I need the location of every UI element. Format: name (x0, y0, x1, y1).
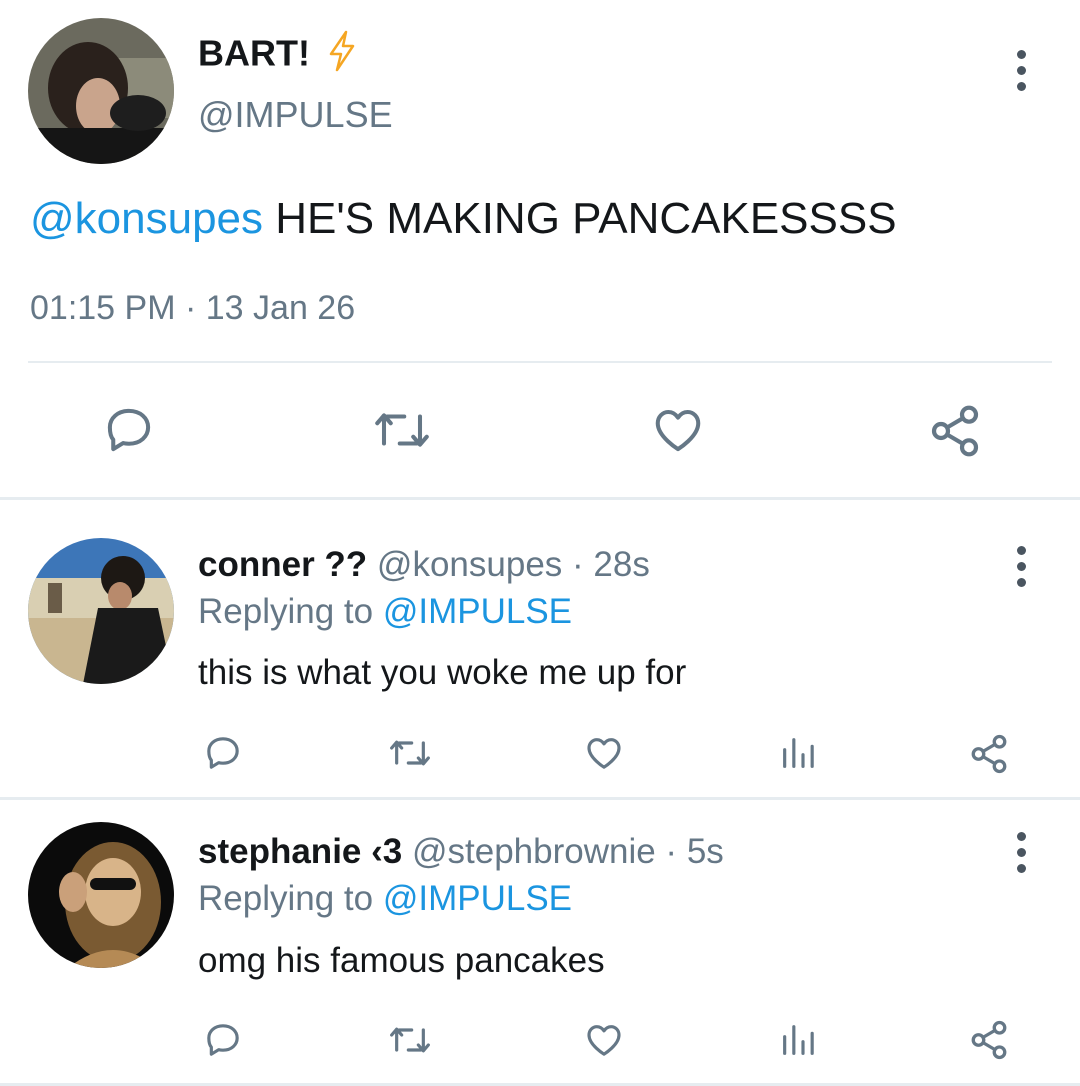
lightning-icon (326, 30, 358, 82)
more-icon[interactable] (1014, 832, 1028, 873)
tweet-text: @konsupes HE'S MAKING PANCAKESSSS (30, 193, 897, 245)
retweet-icon[interactable] (372, 403, 432, 457)
display-name[interactable]: BART! (198, 30, 358, 82)
retweet-icon[interactable] (387, 733, 433, 773)
mention-link[interactable]: @konsupes (30, 194, 263, 243)
header-separator: · (665, 832, 678, 871)
analytics-icon[interactable] (778, 733, 818, 773)
tweet-time: 01:15 PM (30, 289, 176, 327)
tweet-body: HE'S MAKING PANCAKESSSS (263, 194, 897, 243)
share-icon[interactable] (968, 1019, 1010, 1061)
tweet-timestamp: 01:15 PM · 13 Jan 26 (30, 287, 355, 329)
like-icon[interactable] (651, 403, 705, 457)
reply-icon[interactable] (203, 733, 243, 773)
avatar-image (28, 18, 174, 164)
reply-header: stephanie ‹3 @stephbrownie · 5s (198, 831, 724, 873)
divider (0, 797, 1080, 800)
user-handle[interactable]: @stephbrownie (412, 832, 656, 871)
avatar-image (28, 822, 174, 968)
replying-to-link[interactable]: @IMPULSE (383, 879, 572, 918)
replying-to-link[interactable]: @IMPULSE (383, 592, 572, 631)
avatar-image (28, 538, 174, 684)
tweet-text: this is what you woke me up for (198, 653, 687, 692)
timestamp-separator: · (184, 289, 197, 327)
divider (28, 361, 1052, 363)
display-name[interactable]: stephanie ‹3 (198, 832, 402, 871)
share-icon[interactable] (927, 403, 983, 459)
reply-header: conner ?? @konsupes · 28s (198, 544, 650, 586)
avatar[interactable] (28, 18, 174, 164)
tweet-age: 28s (593, 545, 650, 584)
tweet-date: 13 Jan 26 (205, 289, 356, 327)
user-handle[interactable]: @IMPULSE (198, 93, 393, 137)
avatar[interactable] (28, 538, 174, 684)
more-icon[interactable] (1014, 546, 1028, 587)
user-handle[interactable]: @konsupes (377, 545, 562, 584)
header-separator: · (572, 545, 584, 584)
reply-icon[interactable] (203, 1020, 243, 1060)
analytics-icon[interactable] (778, 1020, 818, 1060)
divider (0, 497, 1080, 500)
retweet-icon[interactable] (387, 1020, 433, 1060)
more-icon[interactable] (1014, 50, 1028, 91)
like-icon[interactable] (583, 1020, 625, 1060)
replying-to: Replying to @IMPULSE (198, 879, 573, 918)
like-icon[interactable] (583, 733, 625, 773)
avatar[interactable] (28, 822, 174, 968)
tweet-text: omg his famous pancakes (198, 941, 605, 980)
tweet-age: 5s (686, 832, 724, 871)
share-icon[interactable] (968, 733, 1010, 775)
display-name[interactable]: conner ?? (198, 545, 367, 584)
reply-icon[interactable] (102, 403, 156, 457)
replying-to: Replying to @IMPULSE (198, 592, 573, 631)
